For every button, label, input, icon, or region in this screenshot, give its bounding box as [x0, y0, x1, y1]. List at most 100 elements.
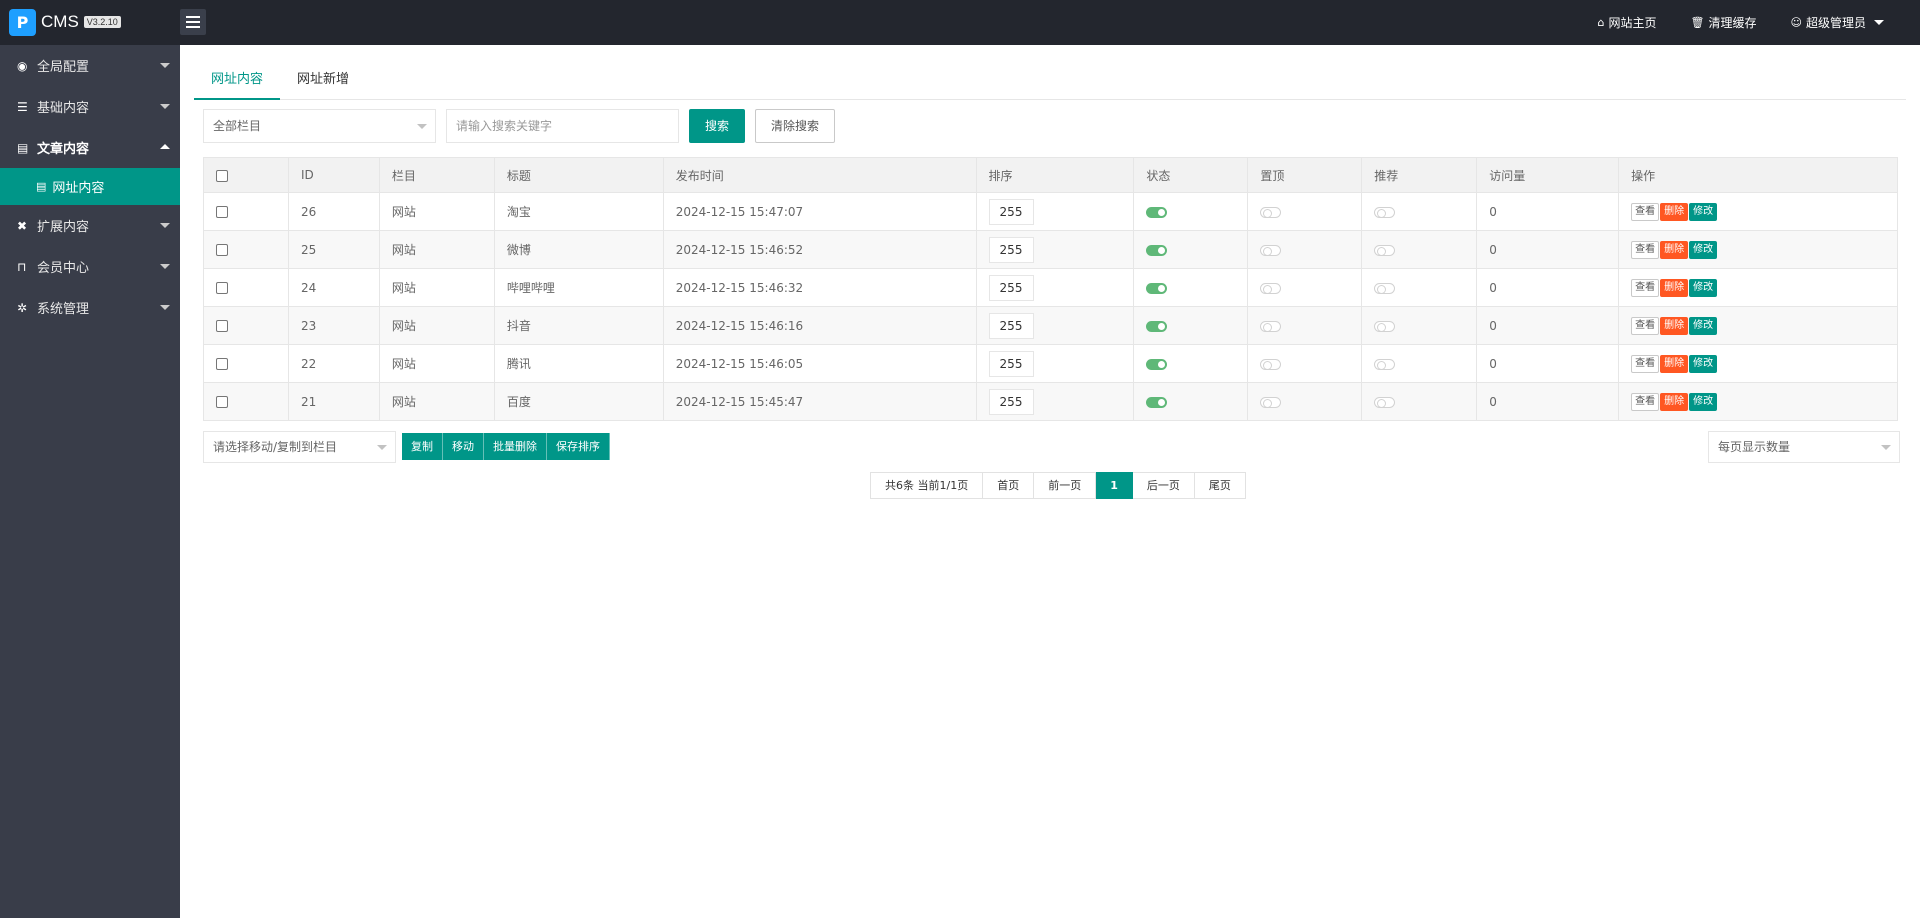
cell-visits: 0: [1476, 344, 1620, 383]
sidebar-item-extended-content[interactable]: ✖ 扩展内容: [0, 205, 180, 246]
chevron-down-icon: [160, 223, 170, 228]
status-toggle[interactable]: [1146, 282, 1168, 294]
view-button[interactable]: 查看: [1631, 240, 1660, 259]
chevron-down-icon: [417, 124, 427, 129]
cell-column: 网站: [378, 344, 495, 383]
admin-menu[interactable]: ☺ 超级管理员: [1791, 14, 1884, 31]
sort-input[interactable]: 255: [988, 312, 1034, 339]
status-toggle[interactable]: [1146, 358, 1168, 370]
edit-button[interactable]: 修改: [1689, 392, 1718, 411]
cell-id: 23: [287, 306, 380, 345]
cell-column: 网站: [378, 192, 495, 231]
table-row: 21 网站 百度 2024-12-15 15:45:47 255 0 查看 删除修…: [203, 382, 1898, 421]
row-checkbox[interactable]: [216, 358, 228, 370]
recommend-toggle[interactable]: [1374, 320, 1396, 332]
status-toggle[interactable]: [1146, 396, 1168, 408]
first-page-button[interactable]: 首页: [983, 472, 1035, 499]
top-toggle[interactable]: [1260, 358, 1282, 370]
top-toggle[interactable]: [1260, 282, 1282, 294]
col-top: 置顶: [1247, 157, 1363, 193]
sort-input[interactable]: 255: [988, 236, 1034, 263]
site-home-link[interactable]: ⌂ 网站主页: [1598, 14, 1657, 31]
recommend-toggle[interactable]: [1374, 206, 1396, 218]
tab-url-content[interactable]: 网址内容: [194, 60, 281, 100]
sliders-icon: ☰: [17, 99, 28, 114]
row-checkbox[interactable]: [216, 396, 228, 408]
row-checkbox[interactable]: [216, 244, 228, 256]
pagination: 共6条 当前1/1页 首页 前一页 1 后一页 尾页: [870, 472, 1246, 499]
sort-input[interactable]: 255: [988, 198, 1034, 225]
prev-page-button[interactable]: 前一页: [1034, 472, 1097, 499]
sidebar-item-basic-content[interactable]: ☰ 基础内容: [0, 86, 180, 127]
top-toggle[interactable]: [1260, 320, 1282, 332]
row-checkbox[interactable]: [216, 320, 228, 332]
sidebar-item-member-center[interactable]: ⊓ 会员中心: [0, 246, 180, 287]
view-button[interactable]: 查看: [1631, 392, 1660, 411]
delete-button[interactable]: 删除: [1660, 392, 1689, 411]
sidebar-item-article-content[interactable]: ▤ 文章内容: [0, 127, 180, 168]
top-toggle[interactable]: [1260, 244, 1282, 256]
delete-button[interactable]: 删除: [1660, 202, 1689, 221]
status-toggle[interactable]: [1146, 244, 1168, 256]
move-button[interactable]: 移动: [443, 433, 484, 460]
logo[interactable]: P CMS V3.2.10: [9, 8, 121, 36]
sort-input[interactable]: 255: [988, 388, 1034, 415]
pagination-summary: 共6条 当前1/1页: [870, 472, 984, 499]
bulk-button-group: 复制 移动 批量删除 保存排序: [402, 431, 610, 463]
view-button[interactable]: 查看: [1631, 354, 1660, 373]
delete-button[interactable]: 删除: [1660, 278, 1689, 297]
cell-title: 抖音: [493, 306, 664, 345]
sidebar-item-system-management[interactable]: ✲ 系统管理: [0, 287, 180, 328]
sidebar-item-url-content[interactable]: ▤ 网址内容: [0, 168, 180, 205]
cell-visits: 0: [1476, 268, 1620, 307]
sort-input[interactable]: 255: [988, 350, 1034, 377]
edit-button[interactable]: 修改: [1689, 354, 1718, 373]
view-button[interactable]: 查看: [1631, 202, 1660, 221]
globe-icon: ◉: [17, 58, 28, 73]
copy-button[interactable]: 复制: [402, 433, 443, 460]
recommend-toggle[interactable]: [1374, 244, 1396, 256]
category-select[interactable]: 全部栏目: [203, 109, 436, 143]
menu-toggle-button[interactable]: [180, 9, 206, 35]
chevron-up-icon: [160, 144, 170, 149]
last-page-button[interactable]: 尾页: [1194, 472, 1246, 499]
edit-button[interactable]: 修改: [1689, 278, 1718, 297]
edit-button[interactable]: 修改: [1689, 240, 1718, 259]
edit-button[interactable]: 修改: [1689, 316, 1718, 335]
select-all-checkbox[interactable]: [216, 169, 228, 182]
current-page[interactable]: 1: [1096, 472, 1133, 499]
recommend-toggle[interactable]: [1374, 358, 1396, 370]
clear-cache-link[interactable]: 🗑 清理缓存: [1691, 14, 1757, 31]
recommend-toggle[interactable]: [1374, 396, 1396, 408]
sidebar-item-global-config[interactable]: ◉ 全局配置: [0, 45, 180, 86]
sort-input[interactable]: 255: [988, 274, 1034, 301]
clear-search-button[interactable]: 清除搜索: [755, 109, 836, 143]
per-page-select[interactable]: 每页显示数量: [1708, 431, 1900, 463]
cell-title: 淘宝: [493, 192, 664, 231]
col-status: 状态: [1133, 157, 1249, 193]
view-button[interactable]: 查看: [1631, 278, 1660, 297]
recommend-toggle[interactable]: [1374, 282, 1396, 294]
batch-delete-button[interactable]: 批量删除: [484, 433, 547, 460]
tab-url-add[interactable]: 网址新增: [280, 60, 366, 100]
delete-button[interactable]: 删除: [1660, 240, 1689, 259]
top-toggle[interactable]: [1260, 206, 1282, 218]
tab-bar: 网址内容 网址新增: [194, 60, 1906, 100]
bulk-action-bar: 请选择移动/复制到栏目 复制 移动 批量删除 保存排序: [203, 431, 610, 463]
delete-button[interactable]: 删除: [1660, 316, 1689, 335]
edit-button[interactable]: 修改: [1689, 202, 1718, 221]
move-copy-target-select[interactable]: 请选择移动/复制到栏目: [203, 431, 396, 463]
search-input[interactable]: 请输入搜索关键字: [446, 109, 679, 143]
search-button[interactable]: 搜索: [689, 109, 746, 143]
delete-button[interactable]: 删除: [1660, 354, 1689, 373]
next-page-button[interactable]: 后一页: [1132, 472, 1195, 499]
cell-column: 网站: [378, 230, 495, 269]
view-button[interactable]: 查看: [1631, 316, 1660, 335]
lock-icon: ⊓: [17, 259, 27, 274]
row-checkbox[interactable]: [216, 206, 228, 218]
save-sort-button[interactable]: 保存排序: [547, 433, 610, 460]
status-toggle[interactable]: [1146, 206, 1168, 218]
status-toggle[interactable]: [1146, 320, 1168, 332]
top-toggle[interactable]: [1260, 396, 1282, 408]
row-checkbox[interactable]: [216, 282, 228, 294]
